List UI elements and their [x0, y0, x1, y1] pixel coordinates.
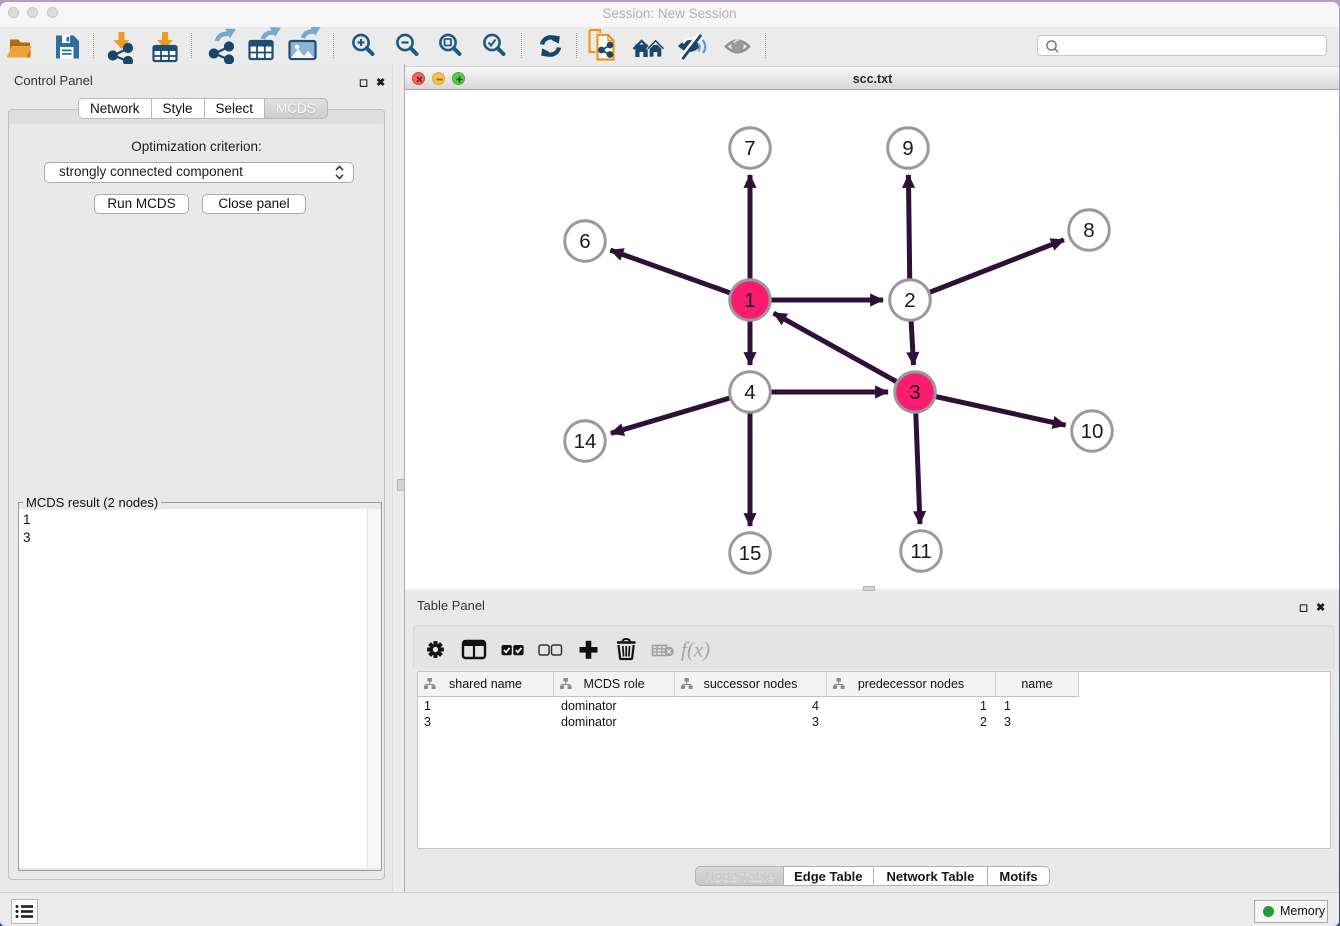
svg-text:9: 9: [902, 137, 913, 160]
svg-text:4: 4: [744, 381, 755, 404]
svg-text:3: 3: [909, 381, 920, 404]
svg-text:10: 10: [1081, 420, 1104, 443]
svg-text:f(x): f(x): [681, 638, 710, 662]
svg-text:2: 2: [904, 289, 915, 312]
svg-text:6: 6: [579, 230, 590, 253]
svg-text:14: 14: [574, 430, 597, 453]
svg-text:7: 7: [744, 137, 755, 160]
svg-text:1: 1: [744, 289, 755, 312]
svg-text:11: 11: [910, 540, 931, 563]
svg-text:15: 15: [739, 542, 762, 565]
svg-text:8: 8: [1083, 219, 1094, 242]
